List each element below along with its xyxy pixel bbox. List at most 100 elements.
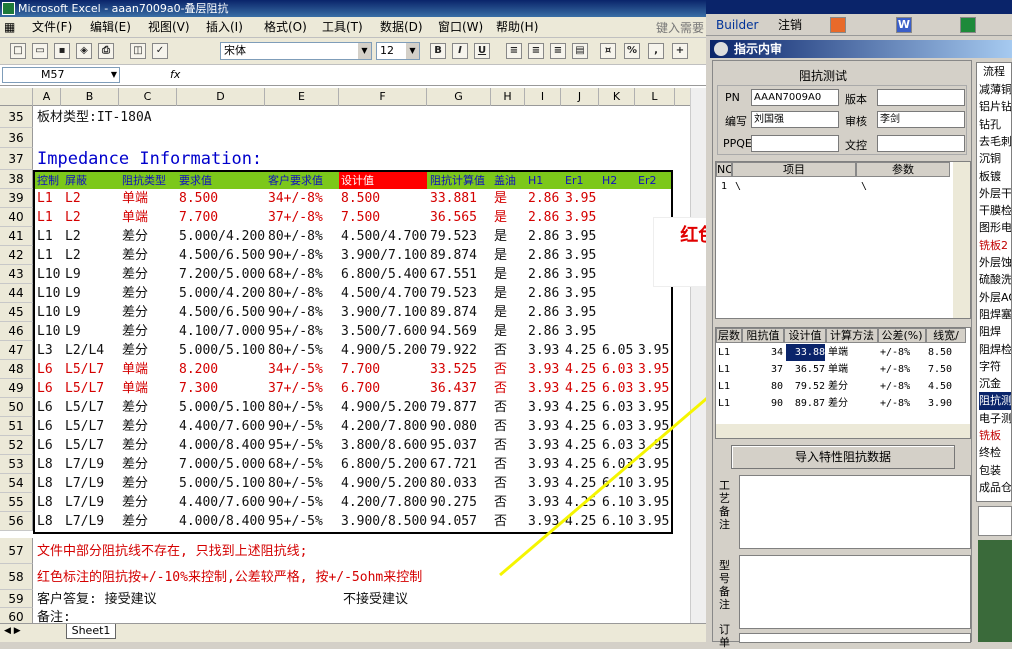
- table-cell[interactable]: 90.080: [430, 417, 477, 436]
- select-all-corner[interactable]: [0, 88, 33, 106]
- grid2-cell[interactable]: 79.52: [786, 378, 825, 395]
- table-cell[interactable]: L1: [37, 189, 53, 208]
- row-header[interactable]: 44: [0, 284, 33, 303]
- flow-item[interactable]: 外层干: [979, 185, 1011, 203]
- table-cell[interactable]: 34+/-5%: [268, 360, 323, 379]
- help-search-input[interactable]: 键入需要: [656, 19, 704, 35]
- new-icon[interactable]: □: [10, 43, 26, 59]
- col-header-c[interactable]: C: [119, 88, 177, 106]
- table-cell[interactable]: L5/L7: [65, 360, 104, 379]
- word-icon[interactable]: W: [896, 17, 912, 33]
- menu-tools[interactable]: 工具(T): [322, 20, 363, 35]
- table-cell[interactable]: 差分: [122, 512, 148, 531]
- grid2-cell[interactable]: 8.50: [928, 344, 965, 361]
- table-cell[interactable]: 3.95: [565, 227, 596, 246]
- table-cell[interactable]: 7.300: [179, 379, 218, 398]
- flow-item[interactable]: 硫酸洗: [979, 271, 1011, 289]
- table-cell[interactable]: L9: [65, 284, 81, 303]
- model-remark-field[interactable]: [739, 555, 971, 629]
- table-cell[interactable]: 4.200/7.800: [341, 417, 427, 436]
- flow-item[interactable]: 成品仓: [979, 479, 1011, 497]
- impedance-heading[interactable]: Impedance Information:: [37, 148, 262, 170]
- table-cell[interactable]: 是: [494, 303, 507, 322]
- table-cell[interactable]: L9: [65, 265, 81, 284]
- table-cell[interactable]: 90+/-5%: [268, 417, 323, 436]
- grid2-cell[interactable]: +/-8%: [880, 344, 925, 361]
- excel-icon[interactable]: [960, 17, 976, 33]
- grid2-cell[interactable]: 80: [744, 378, 783, 395]
- col-header-g[interactable]: G: [427, 88, 491, 106]
- menu-insert[interactable]: 插入(I): [206, 20, 243, 35]
- flow-item[interactable]: 图形电: [979, 219, 1011, 237]
- col-header-h[interactable]: H: [491, 88, 525, 106]
- table-cell[interactable]: 94.569: [430, 322, 477, 341]
- row-header[interactable]: 41: [0, 227, 33, 246]
- table-cell[interactable]: L7/L9: [65, 455, 104, 474]
- save-icon[interactable]: ▪: [54, 43, 70, 59]
- permission-icon[interactable]: ◈: [76, 43, 92, 59]
- powerpoint-icon[interactable]: [830, 17, 846, 33]
- table-cell[interactable]: 67.721: [430, 455, 477, 474]
- table-cell[interactable]: 4.900/5.200: [341, 398, 427, 417]
- table-cell[interactable]: 3.95: [565, 322, 596, 341]
- table-cell[interactable]: L7/L9: [65, 493, 104, 512]
- table-cell[interactable]: 2.86: [528, 265, 559, 284]
- flow-item[interactable]: 阻抗测: [979, 392, 1011, 411]
- table-header-cell[interactable]: 盖油: [494, 172, 516, 189]
- grid2-cell[interactable]: 3.90: [928, 395, 965, 412]
- print-icon[interactable]: ⎙: [98, 43, 114, 59]
- table-cell[interactable]: 差分: [122, 474, 148, 493]
- font-size-select[interactable]: 12 ▼: [376, 42, 420, 60]
- table-cell[interactable]: 79.922: [430, 341, 477, 360]
- table-cell[interactable]: 差分: [122, 322, 148, 341]
- pn-field[interactable]: AAAN7009A0: [751, 89, 839, 106]
- grid2-cell[interactable]: 单端: [828, 344, 877, 361]
- grid2-cell[interactable]: 差分: [828, 378, 877, 395]
- col-header-f[interactable]: F: [339, 88, 427, 106]
- grid2-header-cell[interactable]: 层数: [716, 328, 742, 343]
- flow-item[interactable]: 包装: [979, 462, 1001, 480]
- table-header-cell[interactable]: 阻抗类型: [122, 172, 166, 189]
- table-header-cell[interactable]: H2: [602, 172, 617, 189]
- items-grid[interactable]: [715, 161, 971, 319]
- table-cell[interactable]: 80+/-5%: [268, 474, 323, 493]
- table-cell[interactable]: L1: [37, 227, 53, 246]
- flow-item[interactable]: 终检: [979, 444, 1001, 462]
- table-cell[interactable]: 4.200/7.800: [341, 493, 427, 512]
- table-cell[interactable]: L8: [37, 455, 53, 474]
- table-cell[interactable]: 68+/-5%: [268, 455, 323, 474]
- flow-item[interactable]: 板镀: [979, 168, 1001, 186]
- table-cell[interactable]: 79.523: [430, 284, 477, 303]
- table-cell[interactable]: 80+/-5%: [268, 341, 323, 360]
- currency-icon[interactable]: ¤: [600, 43, 616, 59]
- menu-format[interactable]: 格式(O): [264, 20, 307, 35]
- table-cell[interactable]: 3.95: [565, 208, 596, 227]
- col-header-l[interactable]: L: [635, 88, 675, 106]
- menu-data[interactable]: 数据(D): [380, 20, 423, 35]
- chevron-down-icon[interactable]: ▼: [406, 43, 419, 59]
- table-cell[interactable]: L5/L7: [65, 436, 104, 455]
- grid2-cell[interactable]: 34: [744, 344, 783, 361]
- table-header-cell[interactable]: Er2: [638, 172, 656, 189]
- doc-control-field[interactable]: [877, 135, 965, 152]
- grid2-cell[interactable]: 33.88: [786, 344, 825, 361]
- flow-item[interactable]: 外层AO: [979, 289, 1011, 307]
- row-header[interactable]: 52: [0, 436, 33, 455]
- table-cell[interactable]: 8.500: [179, 189, 218, 208]
- grid1-cell-item[interactable]: \: [735, 178, 741, 195]
- table-cell[interactable]: 差分: [122, 341, 148, 360]
- grid2-cell[interactable]: L1: [718, 361, 741, 378]
- grid2-header-cell[interactable]: 线宽/: [926, 328, 966, 343]
- table-cell[interactable]: 2.86: [528, 246, 559, 265]
- chevron-down-icon[interactable]: ▼: [111, 68, 117, 82]
- grid2-cell[interactable]: 36.57: [786, 361, 825, 378]
- table-header-cell[interactable]: 客户要求值: [268, 172, 323, 189]
- table-cell[interactable]: 7.500: [341, 208, 380, 227]
- col-header-a[interactable]: A: [33, 88, 61, 106]
- table-cell[interactable]: L6: [37, 360, 53, 379]
- flow-item[interactable]: 铣板: [979, 427, 1001, 445]
- import-impedance-button[interactable]: 导入特性阻抗数据: [731, 445, 955, 469]
- flow-item[interactable]: 干膜检: [979, 202, 1011, 220]
- col-header-k[interactable]: K: [599, 88, 635, 106]
- table-cell[interactable]: 7.700: [179, 208, 218, 227]
